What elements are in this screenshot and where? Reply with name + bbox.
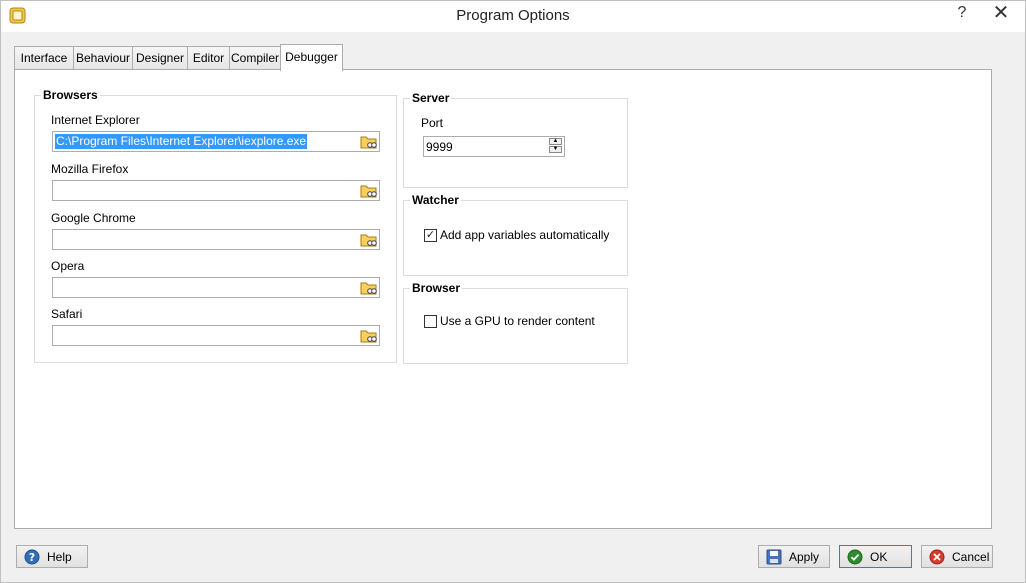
server-group: Server Port 9999 ▲ ▼ bbox=[403, 91, 628, 188]
port-spinner[interactable]: 9999 ▲ ▼ bbox=[423, 136, 565, 157]
cancel-x-icon bbox=[929, 549, 945, 565]
browser-group: Browser Use a GPU to render content bbox=[403, 281, 628, 364]
gpu-checkbox[interactable] bbox=[424, 315, 437, 328]
gpu-checkbox-label[interactable]: Use a GPU to render content bbox=[440, 314, 595, 328]
close-button[interactable]: ✕ bbox=[979, 1, 1023, 25]
opera-path-field[interactable] bbox=[52, 277, 380, 298]
spinner-arrows[interactable]: ▲ ▼ bbox=[549, 138, 562, 155]
svg-text:?: ? bbox=[29, 551, 35, 564]
chrome-label: Google Chrome bbox=[51, 211, 136, 225]
firefox-path-field[interactable] bbox=[52, 180, 380, 201]
safari-path-field[interactable] bbox=[52, 325, 380, 346]
ie-label: Internet Explorer bbox=[51, 113, 140, 127]
apply-button[interactable]: Apply bbox=[758, 545, 830, 568]
help-button-label: Help bbox=[47, 550, 72, 564]
debugger-panel: Browsers Internet Explorer C:\Program Fi… bbox=[14, 69, 992, 529]
server-group-title: Server bbox=[410, 91, 452, 105]
window-title: Program Options bbox=[456, 7, 570, 24]
ok-button[interactable]: OK bbox=[839, 545, 912, 568]
tab-designer[interactable]: Designer bbox=[132, 46, 188, 69]
port-label: Port bbox=[421, 116, 444, 130]
spin-up-icon[interactable]: ▲ bbox=[549, 138, 562, 145]
tab-editor[interactable]: Editor bbox=[187, 46, 230, 69]
title-bar[interactable]: Program Options ? ✕ bbox=[1, 1, 1025, 32]
browse-folder-icon[interactable] bbox=[360, 327, 378, 344]
firefox-label: Mozilla Firefox bbox=[51, 162, 129, 176]
browse-folder-icon[interactable] bbox=[360, 231, 378, 248]
checkmark-icon bbox=[847, 549, 863, 565]
save-disk-icon bbox=[766, 549, 782, 565]
browse-folder-icon[interactable] bbox=[360, 133, 378, 150]
watcher-checkbox-label[interactable]: Add app variables automatically bbox=[440, 228, 609, 242]
spin-down-icon[interactable]: ▼ bbox=[549, 146, 562, 153]
ie-path-value: C:\Program Files\Internet Explorer\iexpl… bbox=[55, 134, 308, 149]
tab-interface[interactable]: Interface bbox=[14, 46, 74, 69]
title-help-button[interactable]: ? bbox=[945, 1, 979, 25]
port-value: 9999 bbox=[426, 140, 453, 154]
watcher-group: Watcher ✓ Add app variables automaticall… bbox=[403, 193, 628, 276]
help-button[interactable]: ? Help bbox=[16, 545, 88, 568]
ok-button-label: OK bbox=[870, 550, 888, 564]
tab-debugger[interactable]: Debugger bbox=[280, 44, 343, 71]
chrome-path-field[interactable] bbox=[52, 229, 380, 250]
tab-behaviour[interactable]: Behaviour bbox=[73, 46, 133, 69]
browse-folder-icon[interactable] bbox=[360, 279, 378, 296]
cancel-button[interactable]: Cancel bbox=[921, 545, 993, 568]
browsers-group: Browsers Internet Explorer C:\Program Fi… bbox=[34, 88, 397, 363]
cancel-button-label: Cancel bbox=[952, 550, 990, 564]
program-options-window: Program Options ? ✕ Interface Behaviour … bbox=[0, 0, 1026, 583]
watcher-group-title: Watcher bbox=[410, 193, 461, 207]
browser-group-title: Browser bbox=[410, 281, 463, 295]
ie-path-field[interactable]: C:\Program Files\Internet Explorer\iexpl… bbox=[52, 131, 380, 152]
tab-compiler[interactable]: Compiler bbox=[229, 46, 281, 69]
safari-label: Safari bbox=[51, 307, 83, 321]
opera-label: Opera bbox=[51, 259, 85, 273]
browse-folder-icon[interactable] bbox=[360, 182, 378, 199]
apply-button-label: Apply bbox=[789, 550, 820, 564]
help-icon: ? bbox=[24, 549, 40, 565]
watcher-checkbox[interactable]: ✓ bbox=[424, 229, 437, 242]
browsers-group-title: Browsers bbox=[41, 88, 100, 102]
